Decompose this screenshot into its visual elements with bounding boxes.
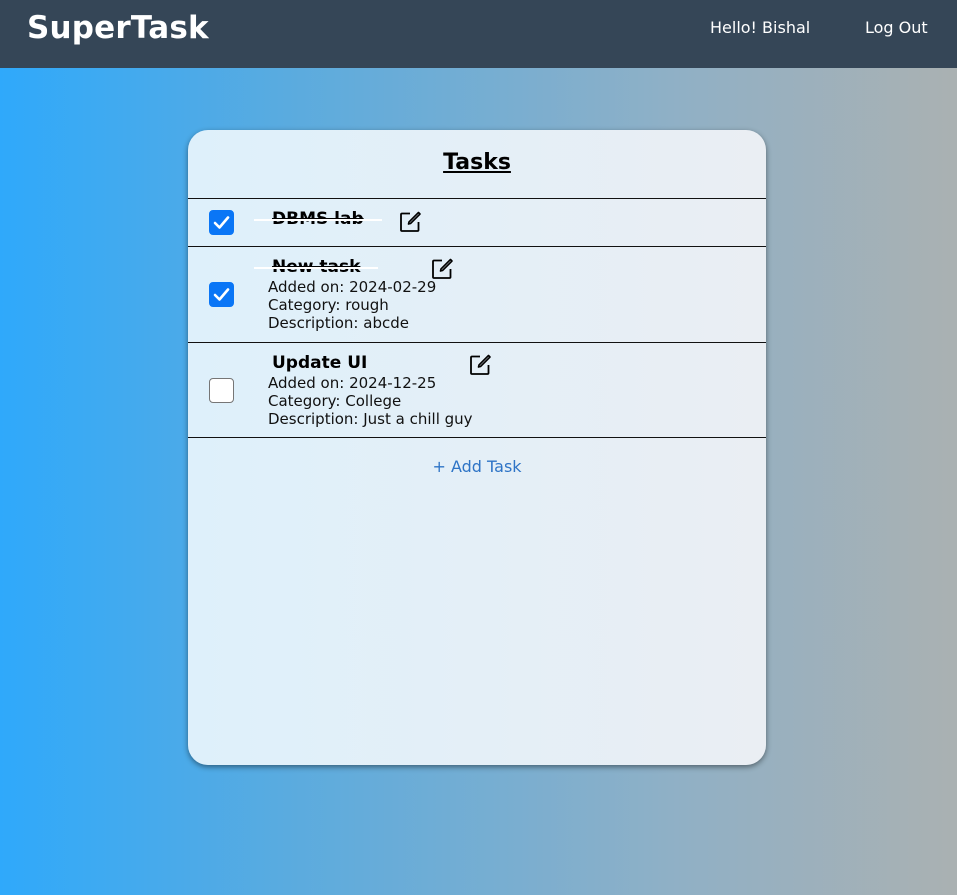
task-title: New task [253, 257, 379, 277]
task-list: DBMS lab New task Added on: 2024-02-29 C… [188, 198, 766, 438]
task-row: Update UI Added on: 2024-12-25 Category:… [188, 342, 766, 438]
edit-icon [470, 354, 491, 375]
card-title: Tasks [443, 150, 511, 175]
edit-task-button[interactable] [468, 353, 492, 377]
checkmark-icon [213, 288, 230, 301]
task-checkbox[interactable] [209, 282, 234, 307]
task-title: Update UI [272, 353, 368, 373]
logout-button[interactable]: Log Out [865, 18, 928, 37]
task-row: DBMS lab [188, 198, 766, 246]
task-checkbox[interactable] [209, 378, 234, 403]
task-title: DBMS lab [254, 209, 382, 229]
navbar: SuperTask Hello! Bishal Log Out [0, 0, 957, 68]
edit-task-button[interactable] [398, 210, 422, 234]
task-checkbox[interactable] [209, 210, 234, 235]
task-category: Category: College [268, 392, 402, 410]
task-added-date: Added on: 2024-02-29 [268, 278, 437, 296]
user-greeting: Hello! Bishal [710, 18, 811, 37]
tasks-card: Tasks DBMS lab New task Added on: 2024-0… [188, 130, 766, 765]
task-row: New task Added on: 2024-02-29 Category: … [188, 246, 766, 342]
add-task-link[interactable]: + Add Task [188, 457, 766, 476]
brand-logo[interactable]: SuperTask [27, 10, 209, 46]
checkmark-icon [213, 216, 230, 229]
task-added-date: Added on: 2024-12-25 [268, 374, 437, 392]
task-description: Description: Just a chill guy [268, 410, 473, 428]
edit-icon [400, 211, 421, 232]
task-description: Description: abcde [268, 314, 409, 332]
task-category: Category: rough [268, 296, 389, 314]
